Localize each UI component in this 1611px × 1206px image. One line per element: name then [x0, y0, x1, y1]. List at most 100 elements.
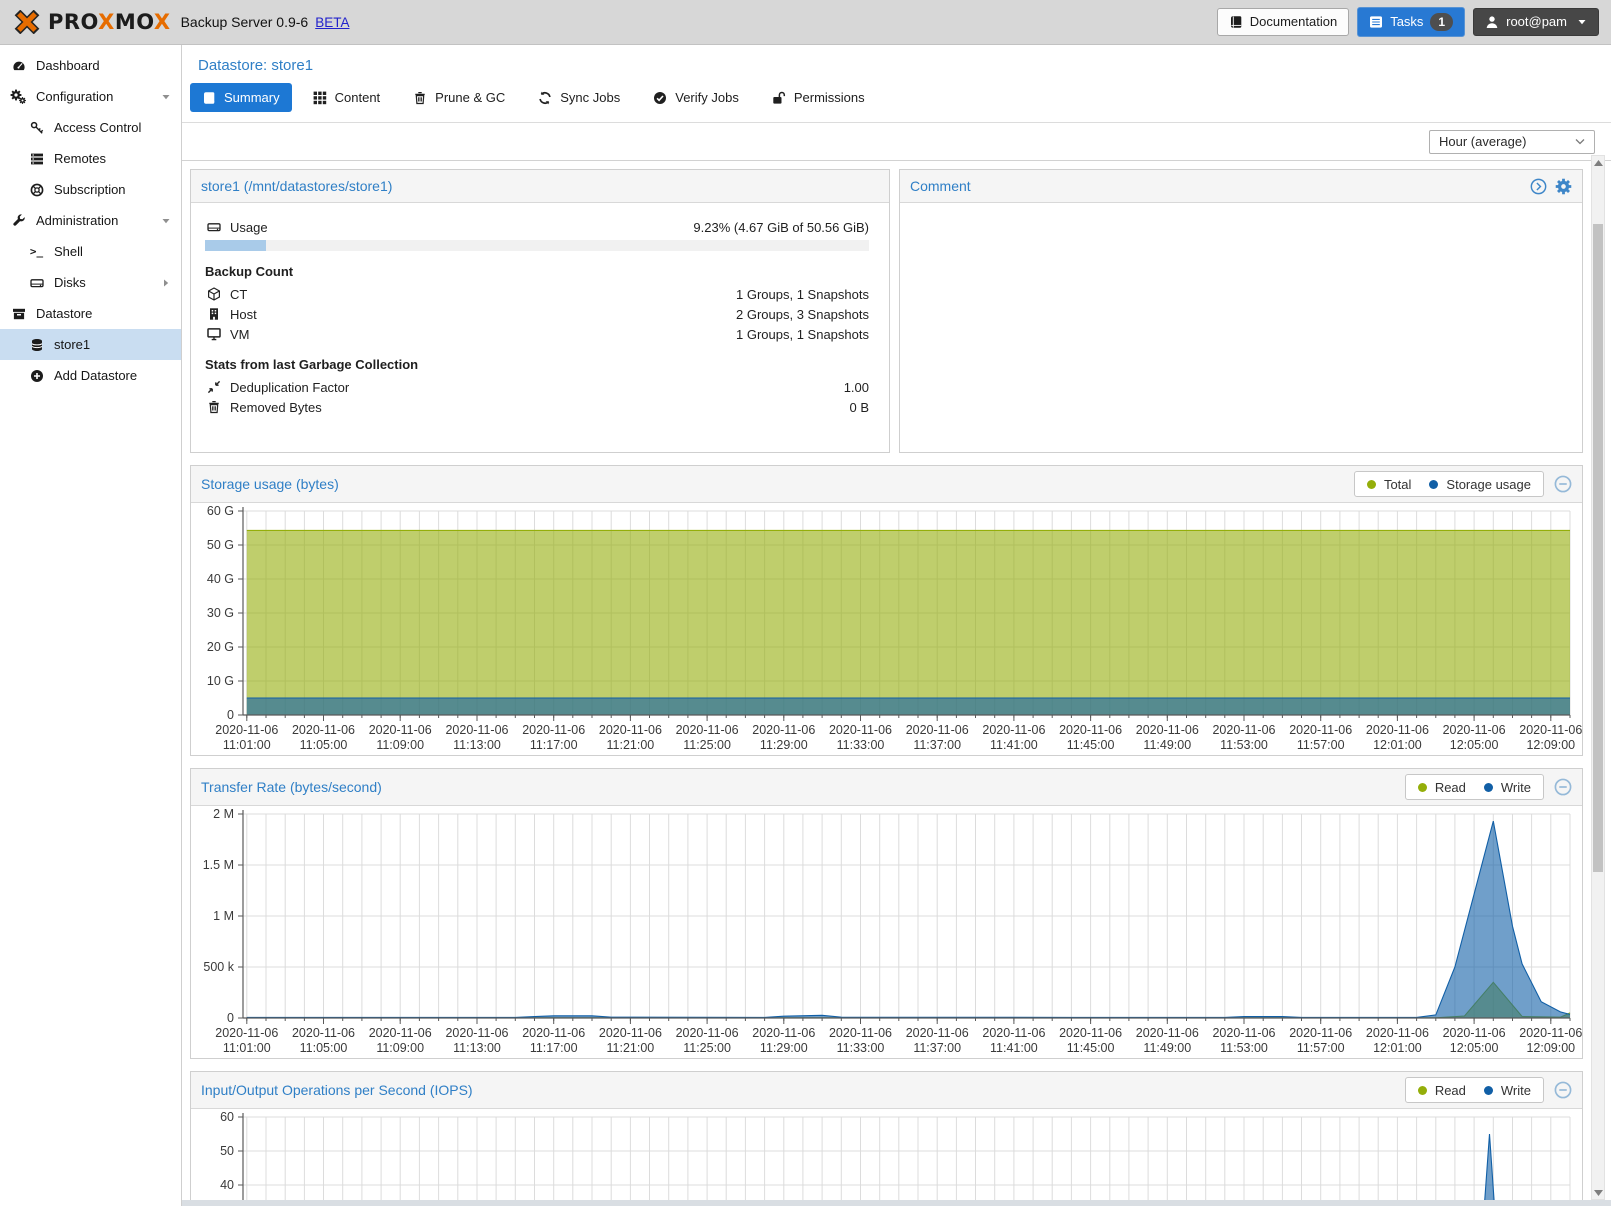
tab-content[interactable]: Content — [301, 83, 393, 112]
stat-value: 1 Groups, 1 Snapshots — [736, 327, 869, 342]
svg-text:2020-11-06: 2020-11-06 — [369, 1026, 432, 1040]
check-circle-icon — [653, 91, 667, 105]
sidebar: DashboardConfigurationAccess Control Remo… — [0, 45, 182, 1206]
user-menu-button[interactable]: root@pam — [1473, 8, 1599, 36]
trash-icon — [205, 400, 222, 414]
svg-text:2020-11-06: 2020-11-06 — [1366, 1026, 1429, 1040]
svg-text:12:01:00: 12:01:00 — [1373, 738, 1422, 752]
svg-text:12:05:00: 12:05:00 — [1450, 738, 1499, 752]
svg-text:12:09:00: 12:09:00 — [1526, 1041, 1575, 1055]
svg-text:2020-11-06: 2020-11-06 — [1289, 723, 1352, 737]
sidebar-item-label: Disks — [54, 275, 86, 290]
legend-label: Read — [1435, 780, 1466, 795]
svg-text:40: 40 — [220, 1178, 234, 1192]
svg-text:2020-11-06: 2020-11-06 — [906, 723, 969, 737]
tab-label: Verify Jobs — [675, 90, 739, 105]
stat-value: 1 Groups, 1 Snapshots — [736, 287, 869, 302]
sidebar-item-access-control[interactable]: Access Control — [0, 112, 181, 143]
svg-text:2020-11-06: 2020-11-06 — [522, 723, 585, 737]
tasks-button[interactable]: Tasks 1 — [1357, 7, 1465, 37]
sidebar-item-remotes[interactable]: Remotes — [0, 143, 181, 174]
sidebar-item-label: Remotes — [54, 151, 106, 166]
tab-permissions[interactable]: Permissions — [760, 83, 877, 112]
tasks-count-badge: 1 — [1430, 13, 1453, 31]
svg-text:2020-11-06: 2020-11-06 — [1519, 723, 1582, 737]
chart-legend: Read Write — [1405, 774, 1544, 800]
gc-stats-title: Stats from last Garbage Collection — [205, 357, 869, 372]
unlock-icon — [772, 91, 786, 105]
legend-item-write: Write — [1484, 780, 1531, 795]
sidebar-item-subscription[interactable]: Subscription — [0, 174, 181, 205]
svg-text:2020-11-06: 2020-11-06 — [1366, 723, 1429, 737]
tab-label: Prune & GC — [435, 90, 505, 105]
time-range-value: Hour (average) — [1439, 134, 1526, 149]
chart-title-iops: Input/Output Operations per Second (IOPS… — [201, 1082, 473, 1098]
beta-link[interactable]: BETA — [315, 15, 349, 30]
sidebar-item-datastore[interactable]: Datastore — [0, 298, 181, 329]
gear-icon[interactable] — [1555, 178, 1572, 195]
time-range-select[interactable]: Hour (average) — [1429, 130, 1595, 154]
brand-segment: X — [154, 10, 171, 34]
legend-item-read: Read — [1418, 780, 1466, 795]
content-area: store1 (/mnt/datastores/store1) Usage 9.… — [182, 161, 1611, 1206]
sidebar-item-disks[interactable]: Disks — [0, 267, 181, 298]
svg-text:11:49:00: 11:49:00 — [1143, 1041, 1191, 1055]
svg-text:2020-11-06: 2020-11-06 — [1212, 1026, 1275, 1040]
tab-sync-jobs[interactable]: Sync Jobs — [526, 83, 632, 112]
scrollbar-thumb[interactable] — [1593, 224, 1603, 872]
svg-text:10 G: 10 G — [207, 674, 234, 688]
sidebar-item-shell[interactable]: >_Shell — [0, 236, 181, 267]
svg-text:11:41:00: 11:41:00 — [990, 1041, 1038, 1055]
svg-text:11:17:00: 11:17:00 — [530, 1041, 578, 1055]
book-icon — [1229, 15, 1243, 29]
sidebar-item-label: Datastore — [36, 306, 92, 321]
svg-text:500 k: 500 k — [203, 960, 234, 974]
tab-prune-gc[interactable]: Prune & GC — [401, 83, 517, 112]
documentation-button[interactable]: Documentation — [1217, 8, 1349, 36]
sidebar-item-store1[interactable]: store1 — [0, 329, 181, 360]
book-icon — [202, 91, 216, 105]
hdd-icon — [205, 220, 222, 234]
svg-text:30 G: 30 G — [207, 606, 234, 620]
svg-text:0: 0 — [227, 708, 234, 722]
caret-right-icon[interactable] — [161, 278, 171, 288]
svg-text:12:09:00: 12:09:00 — [1526, 738, 1575, 752]
comment-body[interactable] — [900, 203, 1582, 449]
brand-segment: X — [98, 10, 115, 34]
database-icon — [28, 338, 45, 352]
legend-dot — [1418, 783, 1427, 792]
tab-label: Sync Jobs — [560, 90, 620, 105]
tab-verify-jobs[interactable]: Verify Jobs — [641, 83, 751, 112]
caret-down-icon[interactable] — [161, 216, 171, 226]
stat-row-host: Host2 Groups, 3 Snapshots — [205, 304, 869, 324]
collapse-panel-icon[interactable] — [1554, 778, 1572, 796]
scroll-down-arrow[interactable] — [1592, 1186, 1604, 1199]
stat-label: CT — [230, 287, 247, 302]
caret-down-icon[interactable] — [161, 92, 171, 102]
svg-text:2020-11-06: 2020-11-06 — [1059, 1026, 1122, 1040]
scroll-up-arrow[interactable] — [1592, 156, 1604, 169]
collapse-panel-icon[interactable] — [1554, 1081, 1572, 1099]
sidebar-item-administration[interactable]: Administration — [0, 205, 181, 236]
chevron-circle-icon[interactable] — [1530, 178, 1547, 195]
svg-text:11:37:00: 11:37:00 — [913, 1041, 961, 1055]
sidebar-item-add-datastore[interactable]: Add Datastore — [0, 360, 181, 391]
tab-label: Summary — [224, 90, 280, 105]
svg-text:11:53:00: 11:53:00 — [1220, 1041, 1268, 1055]
stat-label: Host — [230, 307, 257, 322]
sidebar-item-dashboard[interactable]: Dashboard — [0, 50, 181, 81]
tab-summary[interactable]: Summary — [190, 83, 292, 112]
stat-value: 1.00 — [844, 380, 869, 395]
vertical-scrollbar[interactable] — [1591, 155, 1605, 1200]
usage-value: 9.23% (4.67 GiB of 50.56 GiB) — [693, 220, 869, 235]
desktop-icon — [205, 327, 222, 341]
svg-text:2 M: 2 M — [213, 807, 234, 821]
svg-text:11:05:00: 11:05:00 — [300, 1041, 348, 1055]
sidebar-item-configuration[interactable]: Configuration — [0, 81, 181, 112]
storage-chart: 010 G20 G30 G40 G50 G60 G2020-11-0611:01… — [191, 503, 1582, 755]
svg-text:11:21:00: 11:21:00 — [607, 1041, 655, 1055]
svg-text:0: 0 — [227, 1011, 234, 1025]
chart-legend: ReadWrite — [1405, 1077, 1544, 1103]
legend-item-total: Total — [1367, 477, 1411, 492]
collapse-panel-icon[interactable] — [1554, 475, 1572, 493]
